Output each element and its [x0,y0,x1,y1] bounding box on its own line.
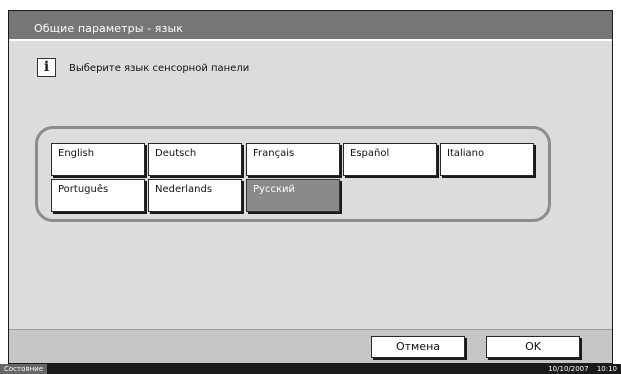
language-button-group: English Deutsch Français Español Italian… [35,126,551,222]
language-button-english[interactable]: English [51,143,145,176]
language-button-italiano[interactable]: Italiano [440,143,534,176]
language-settings-panel: Общие параметры - язык i Выберите язык с… [8,10,613,364]
ok-button[interactable]: OK [486,336,580,358]
language-button-espanol[interactable]: Español [343,143,437,176]
language-button-deutsch[interactable]: Deutsch [148,143,242,176]
language-button-portugues[interactable]: Português [51,179,145,212]
status-bar: Состояние 10/10/2007 10:10 [0,364,621,374]
language-button-francais[interactable]: Français [246,143,340,176]
page-title: Общие параметры - язык [34,22,183,35]
info-icon: i [37,58,56,77]
cancel-button[interactable]: Отмена [371,336,465,358]
date-time-display: 10/10/2007 10:10 [548,364,617,374]
language-button-russian[interactable]: Русский [246,179,340,212]
status-button[interactable]: Состояние [0,364,48,374]
status-time: 10:10 [596,365,617,373]
action-bar: Отмена OK [9,329,612,363]
status-date: 10/10/2007 [548,365,589,373]
language-button-nederlands[interactable]: Nederlands [148,179,242,212]
instruction-text: Выберите язык сенсорной панели [69,63,250,74]
title-bar: Общие параметры - язык [9,11,612,41]
